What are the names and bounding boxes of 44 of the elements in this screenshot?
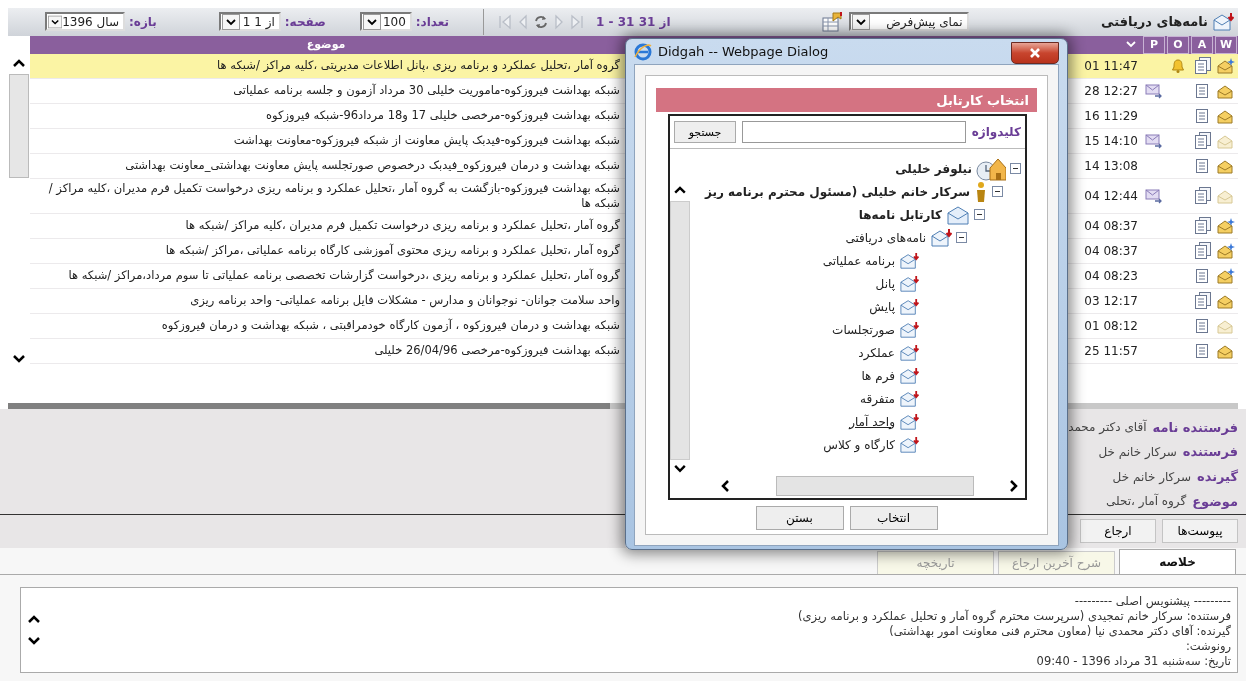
table-cell-text: شبکه بهداشت فیروزکوه-مرخصی 26/04/96 خلیلی (373, 342, 621, 360)
field-value: سرکار خانم خل (1112, 469, 1191, 484)
field-value: گروه آمار ،تحلی (1106, 494, 1187, 509)
table-cell-text: واحد سلامت جوانان- نوجوانان و مدارس - مشکلات فایل برنامه عملیاتی- واحد برنامه ریزی (189, 292, 621, 310)
table-cell-text: شبکه بهداشت و درمان فیروزکوه ، آزمون کارگاه خودمراقبتی ، شبکه بهداشت و درمان فیروزکوه (160, 317, 621, 335)
table-cell-text: گروه آمار ،تحلیل عملکرد و برنامه ریزی درخواست تکمیل فرم مدیران ،کلیه مراکز /شبکه ها (184, 217, 621, 235)
summary-line: --------- پیشنویس اصلی --------- (1073, 594, 1231, 609)
record-range: 1 - 31 از 31 (596, 14, 671, 29)
field-value: آقای دکتر محمد (1068, 420, 1147, 435)
table-cell-text: 04 08:23 (1083, 268, 1139, 283)
field-label: فرستنده نامه (1152, 419, 1238, 435)
table-cell-text: شبکه بهداشت فیروزکوه-فیدبک پایش معاونت از شبکه فیروزکوه-معاونت بهداشت (232, 132, 621, 150)
field-label: فرستنده (1182, 444, 1238, 460)
table-cell-text: 14 13:08 (1083, 158, 1139, 173)
table-cell-text: گروه آمار ،تحلیل عملکرد و برنامه ریزی محتوی آموزشی کارگاه برنامه عملیاتی ،مراکز /شبکه ها (164, 242, 621, 260)
page-title: نامه‌های دریافتی (1101, 14, 1208, 30)
table-cell-text: 01 08:12 (1083, 318, 1139, 333)
field-label: گیرنده (1196, 469, 1238, 485)
table-cell-text: 15 14:10 (1083, 133, 1139, 148)
table-cell-text: 16 11:29 (1083, 108, 1139, 123)
summary-line: تاریخ: سه‌شنبه 31 مرداد 1396 - 09:40 (1035, 654, 1231, 669)
field-value: سرکار خانم خل (1098, 444, 1177, 459)
table-cell-text: شبکه بهداشت و درمان فیروزکوه_فیدبک درخصوص صورتجلسه پایش معاونت بهداشتی_معاونت بهداشتی (124, 157, 621, 175)
table-cell-text: 01 11:47 (1083, 58, 1139, 73)
dialog-heading: انتخاب کارتابل (656, 88, 1037, 112)
table-cell-text: 03 12:17 (1083, 293, 1139, 308)
field-label: صفحه: (284, 14, 326, 29)
table-cell-text: 04 12:44 (1083, 188, 1139, 203)
summary-line: فرستنده: سرکار خانم تمجیدی (سرپرست محترم گروه آمار و تحلیل عملکرد و برنامه ریزی) (797, 609, 1231, 624)
table-cell-text: گروه آمار ،تحلیل عملکرد و برنامه ریزی ،پانل اطلاعات مدیریتی ،کلیه مراکز /شبکه ها (216, 57, 621, 75)
table-cell-text: شبکه بهداشت فیروزکوه-مرخصی خلیلی 17 و18 مرداد96-شبکه فیروزکوه (265, 107, 621, 125)
field-label: تعداد: (415, 14, 450, 29)
summary-line: گیرنده: آقای دکتر محمدی نیا (معاون محترم فنی معاونت امور بهداشتی) (888, 624, 1231, 639)
table-cell-text: شبکه بهداشت فیروزکوه-بازگشت به گروه آمار ،تحلیل عملکرد و برنامه ریزی درخواست تکمیل فرم مدیران ،کلیه مراکز /شبکه ها (47, 179, 621, 212)
table-cell-text: شبکه بهداشت فیروزکوه-ماموریت خلیلی 30 مرداد آزمون و جلسه برنامه عملیاتی (232, 82, 621, 100)
summary-line: رونوشت: (1184, 639, 1231, 654)
table-cell-text: 28 12:27 (1083, 83, 1139, 98)
table-cell-text: 04 08:37 (1083, 243, 1139, 258)
window-title: Didgah -- Webpage Dialog (658, 44, 829, 59)
field-label: بازه: (129, 14, 157, 29)
table-cell-text: گروه آمار ،تحلیل عملکرد و برنامه ریزی ،درخواست گزارشات تخصصی برنامه عملیاتی تا سوم مرداد،مراکز /شبکه ها (67, 267, 621, 285)
table-cell-text: 25 11:57 (1083, 343, 1139, 358)
table-cell-text: 04 08:37 (1083, 218, 1139, 233)
field-label: موضوع (1192, 493, 1238, 509)
